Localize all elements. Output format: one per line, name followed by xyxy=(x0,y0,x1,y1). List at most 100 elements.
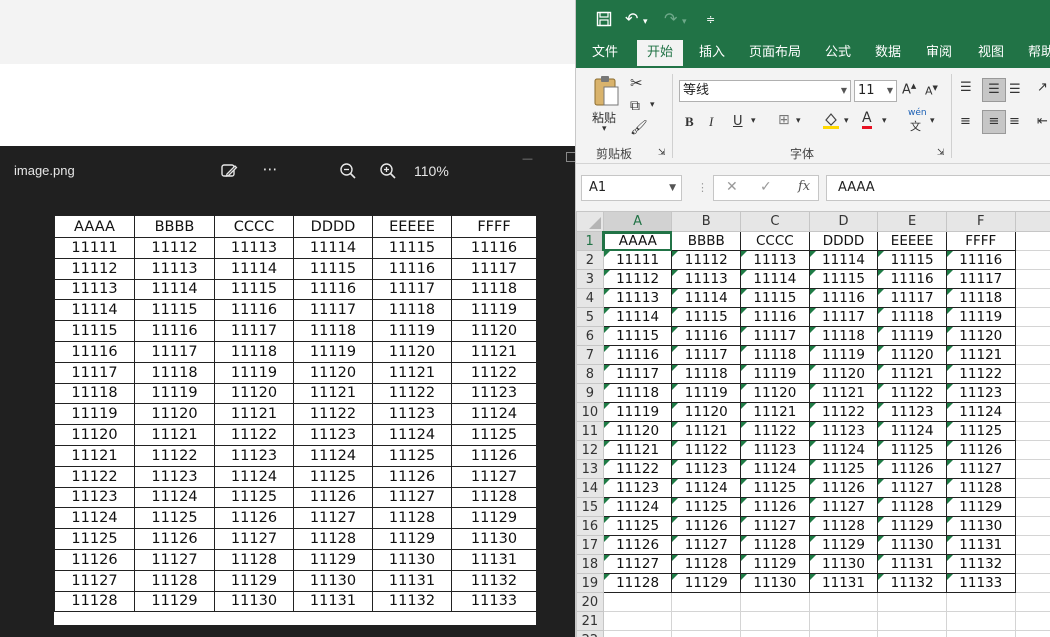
underline-dropdown-icon[interactable]: ▾ xyxy=(751,116,756,126)
row-header[interactable]: 22 xyxy=(576,630,604,637)
worksheet-cell[interactable] xyxy=(1014,288,1050,308)
tab-data[interactable]: 数据 xyxy=(868,40,908,68)
worksheet-cell[interactable]: 11127 xyxy=(808,497,879,517)
worksheet-cell[interactable] xyxy=(1014,478,1050,498)
worksheet-cell[interactable]: 11118 xyxy=(671,364,742,384)
worksheet-cell[interactable]: 11119 xyxy=(877,326,947,346)
worksheet-cell[interactable]: 11115 xyxy=(602,326,673,346)
worksheet-cell[interactable]: 11130 xyxy=(945,516,1016,536)
worksheet-cell[interactable] xyxy=(1014,497,1050,517)
worksheet-cell[interactable]: 11124 xyxy=(671,478,742,498)
worksheet-cell[interactable]: 11127 xyxy=(602,554,673,574)
worksheet-cell[interactable] xyxy=(602,611,673,631)
worksheet-cell[interactable]: 11119 xyxy=(671,383,742,403)
row-header[interactable]: 5 xyxy=(576,307,604,327)
worksheet-cell[interactable]: 11119 xyxy=(740,364,810,384)
font-size-box[interactable]: 11 ▼ xyxy=(854,80,897,102)
worksheet-cell[interactable]: 11123 xyxy=(740,440,810,460)
worksheet-cell[interactable]: 11132 xyxy=(945,554,1016,574)
worksheet-cell[interactable]: 11122 xyxy=(945,364,1016,384)
worksheet-cell[interactable] xyxy=(1014,516,1050,536)
align-middle-icon[interactable]: ☰ xyxy=(982,78,1006,102)
worksheet-cell[interactable]: 11113 xyxy=(740,250,810,270)
tab-home[interactable]: 开始 xyxy=(637,40,683,68)
row-header[interactable]: 18 xyxy=(576,554,604,574)
fill-color-icon[interactable] xyxy=(822,110,840,133)
worksheet-cell[interactable]: 11123 xyxy=(671,459,742,479)
tab-review[interactable]: 审阅 xyxy=(919,40,959,68)
worksheet-cell[interactable]: 11126 xyxy=(945,440,1016,460)
row-header[interactable]: 1 xyxy=(576,231,605,251)
worksheet-cell[interactable] xyxy=(1014,307,1050,327)
border-icon[interactable]: ⊞ xyxy=(778,112,790,128)
worksheet-cell[interactable]: 11131 xyxy=(945,535,1016,555)
worksheet-cell[interactable]: 11125 xyxy=(740,478,810,498)
worksheet-cell[interactable]: 11128 xyxy=(877,497,947,517)
worksheet-cell[interactable]: 11132 xyxy=(877,573,947,593)
formula-input[interactable]: AAAA xyxy=(826,175,1050,201)
insert-function-icon[interactable]: fx xyxy=(798,179,810,194)
worksheet-cell[interactable]: 11116 xyxy=(945,250,1016,270)
font-launcher-icon[interactable]: ⇲ xyxy=(937,148,945,158)
worksheet-cell[interactable] xyxy=(1014,573,1050,593)
row-header[interactable]: 6 xyxy=(576,326,604,346)
phonetic-dropdown-icon[interactable]: ▾ xyxy=(930,116,935,126)
worksheet-cell[interactable]: 11119 xyxy=(602,402,673,422)
row-header[interactable]: 21 xyxy=(576,611,604,631)
worksheet-cell[interactable]: 11121 xyxy=(671,421,742,441)
worksheet-cell[interactable] xyxy=(945,630,1016,637)
worksheet-cell[interactable] xyxy=(602,630,673,637)
align-bottom-icon[interactable]: ☰ xyxy=(1009,82,1021,97)
worksheet-cell[interactable]: 11129 xyxy=(671,573,742,593)
tab-help[interactable]: 帮助 xyxy=(1021,40,1050,68)
worksheet-cell[interactable]: 11121 xyxy=(945,345,1016,365)
worksheet-cell[interactable] xyxy=(1014,611,1050,631)
worksheet-cell[interactable]: 11115 xyxy=(740,288,810,308)
column-header[interactable]: C xyxy=(740,211,810,232)
minimize-icon[interactable]: — xyxy=(522,152,533,165)
indent-icon[interactable]: ⇤ xyxy=(1037,114,1048,129)
worksheet-cell[interactable]: 11122 xyxy=(602,459,673,479)
worksheet-cell[interactable]: 11124 xyxy=(808,440,879,460)
worksheet-cell[interactable]: 11120 xyxy=(602,421,673,441)
worksheet-cell[interactable]: 11129 xyxy=(808,535,879,555)
worksheet-cell[interactable] xyxy=(1014,592,1050,612)
paste-icon[interactable] xyxy=(592,74,622,111)
worksheet-cell[interactable]: 11120 xyxy=(740,383,810,403)
row-header[interactable]: 19 xyxy=(576,573,604,593)
name-box[interactable]: A1 ▼ xyxy=(581,175,682,201)
worksheet-cell[interactable]: 11127 xyxy=(945,459,1016,479)
worksheet-cell[interactable]: 11128 xyxy=(945,478,1016,498)
column-header[interactable]: F xyxy=(945,211,1016,232)
worksheet-cell[interactable]: 11129 xyxy=(740,554,810,574)
worksheet-cell[interactable]: 11131 xyxy=(808,573,879,593)
column-header[interactable]: B xyxy=(671,211,742,232)
worksheet-cell[interactable]: 11115 xyxy=(877,250,947,270)
worksheet-cell[interactable]: 11125 xyxy=(602,516,673,536)
worksheet-cell[interactable] xyxy=(1014,231,1050,251)
worksheet-cell[interactable]: 11114 xyxy=(602,307,673,327)
worksheet-cell[interactable]: 11122 xyxy=(671,440,742,460)
worksheet-cell[interactable]: 11122 xyxy=(740,421,810,441)
worksheet-cell[interactable]: 11112 xyxy=(602,269,673,289)
column-header[interactable]: E xyxy=(877,211,947,232)
worksheet-cell[interactable] xyxy=(1014,535,1050,555)
worksheet-cell[interactable]: 11121 xyxy=(602,440,673,460)
worksheet-cell[interactable]: 11122 xyxy=(808,402,879,422)
undo-icon[interactable]: ↶ xyxy=(625,10,638,28)
worksheet-cell[interactable]: 11133 xyxy=(945,573,1016,593)
worksheet-cell[interactable]: 11125 xyxy=(808,459,879,479)
align-right-icon[interactable]: ≡ xyxy=(1009,114,1020,129)
row-header[interactable]: 16 xyxy=(576,516,604,536)
worksheet-cell[interactable] xyxy=(1014,383,1050,403)
paste-dropdown-icon[interactable]: ▾ xyxy=(602,124,607,134)
font-name-box[interactable]: 等线 ▼ xyxy=(679,80,851,102)
font-color-dropdown-icon[interactable]: ▾ xyxy=(882,116,887,126)
worksheet-cell[interactable]: 11117 xyxy=(671,345,742,365)
worksheet-cell[interactable] xyxy=(1014,269,1050,289)
worksheet-cell[interactable]: 11121 xyxy=(877,364,947,384)
worksheet-cell[interactable]: 11114 xyxy=(671,288,742,308)
italic-icon[interactable]: I xyxy=(709,114,713,130)
worksheet-cell[interactable]: 11124 xyxy=(740,459,810,479)
more-icon[interactable]: ⋯ xyxy=(259,160,281,178)
